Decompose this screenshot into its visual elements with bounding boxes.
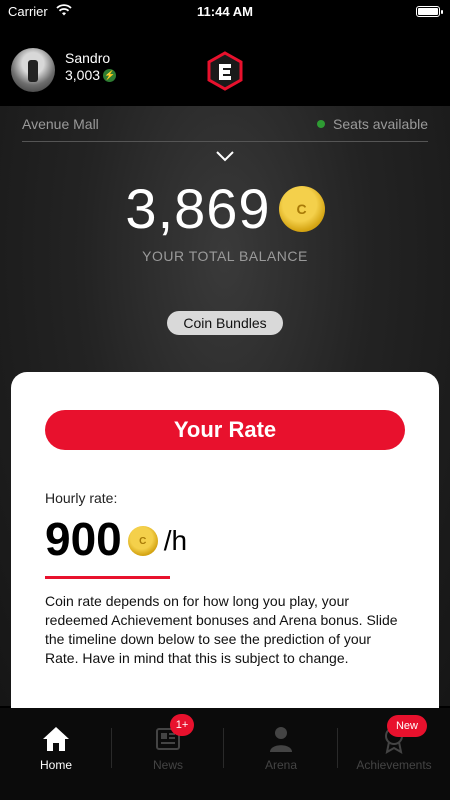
tab-arena[interactable]: Arena [225,708,337,778]
status-bar: Carrier 11:44 AM [0,0,450,24]
tab-home[interactable]: Home [0,708,112,778]
balance: 3,869 C [0,176,450,241]
rate-underline [45,576,170,579]
your-rate-button[interactable]: Your Rate [45,410,405,450]
tab-divider [223,728,224,768]
username: Sandro [65,50,111,66]
tab-news[interactable]: News [112,708,224,778]
hourly-rate-label: Hourly rate: [45,490,118,506]
news-badge: 1+ [170,714,194,736]
user-coins-value: 3,003 [65,67,101,83]
rate-row: 900 C /h [45,512,187,566]
user-coins: 3,003 ⚡ [65,67,117,83]
venue-name: Avenue Mall [22,116,99,132]
seats-status-label: Seats available [333,116,428,132]
home-icon [43,727,69,751]
bolt-icon: ⚡ [103,68,117,82]
coin-icon: C [278,185,325,232]
tab-bar: Home News 1+ Arena Achievements New [0,708,450,800]
seats-status: Seats available [317,116,428,132]
coin-bundles-button[interactable]: Coin Bundles [167,311,283,335]
rate-value: 900 [45,513,122,565]
chevron-down-icon[interactable] [215,150,235,162]
rate-description: Coin rate depends on for how long you pl… [45,593,398,666]
achievements-badge: New [387,715,427,737]
avatar[interactable] [11,48,55,92]
arena-icon [270,727,292,752]
balance-value: 3,869 [125,177,271,240]
battery-icon [416,6,443,17]
rate-unit: /h [163,525,188,556]
tab-home-label: Home [39,758,72,772]
coin-icon: C [127,526,158,556]
tab-arena-label: Arena [264,758,298,772]
clock: 11:44 AM [197,4,253,19]
header: Sandro 3,003 ⚡ [0,24,450,106]
tab-news-label: News [152,758,183,772]
rate-card: Your Rate Hourly rate: 900 C /h Coin rat… [11,372,439,712]
tab-achievements-label: Achievements [356,758,432,772]
status-dot-icon [317,120,326,128]
logo-icon [207,51,243,91]
location-row[interactable]: Avenue Mall Seats available [22,116,428,142]
balance-label: YOUR TOTAL BALANCE [142,248,308,264]
